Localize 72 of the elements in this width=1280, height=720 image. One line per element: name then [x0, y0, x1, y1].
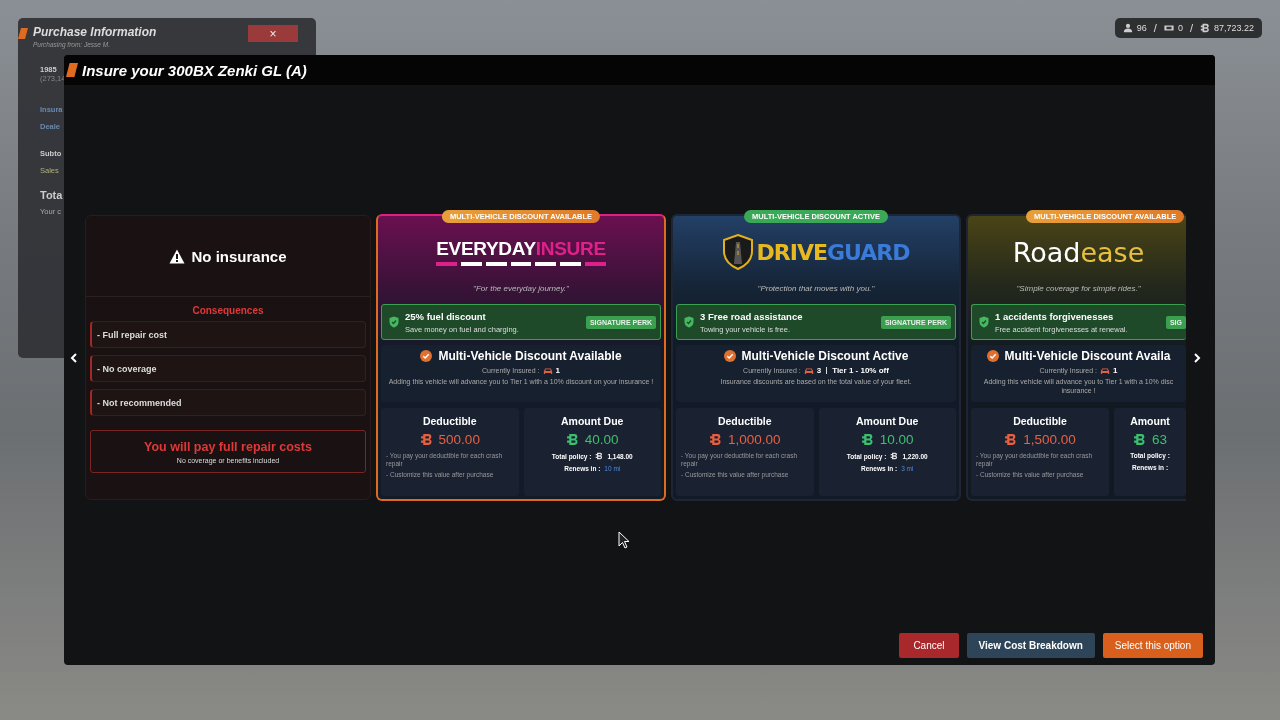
currency-icon — [1133, 433, 1146, 446]
currency-icon — [860, 433, 874, 446]
stat-value: 87,723.22 — [1213, 23, 1254, 33]
panel-title: Purchase Information — [33, 25, 158, 39]
check-icon — [420, 350, 433, 362]
deductible-amount: 1,500.00 — [1023, 432, 1076, 447]
card-title: No insurance — [191, 247, 287, 265]
amount-due-value: 10.00 — [879, 432, 914, 447]
discount-title: Multi-Vehicle Discount Available — [438, 349, 622, 363]
brand-logo: EVERYDAYINSURE — [436, 238, 606, 266]
amount-due-label: Amount Due — [856, 415, 919, 427]
deductible-amount: 1,000.00 — [727, 432, 781, 447]
currency-icon — [1199, 23, 1210, 33]
separator-text: / — [1153, 22, 1157, 34]
amount-due-value: 40.00 — [584, 432, 619, 447]
stat-value: 0 — [1177, 23, 1183, 33]
insured-count: 1 — [1113, 366, 1118, 375]
person-icon — [1122, 23, 1133, 33]
check-icon — [723, 350, 736, 362]
consequence-item: - Full repair cost — [90, 321, 366, 348]
currency-icon — [708, 433, 722, 446]
discount-title: Multi-Vehicle Discount Availa — [1004, 349, 1171, 363]
stat-value: 96 — [1136, 23, 1147, 33]
currency-icon — [890, 452, 899, 460]
warning-icon — [169, 248, 186, 264]
brand-logo: DRIVEGUARD — [722, 234, 910, 270]
perk-title: 1 accidents forgivenesses — [995, 310, 1115, 322]
perk-title: 25% fuel discount — [405, 310, 487, 322]
deductible-amount: 500.00 — [438, 432, 480, 447]
amount-due-value: 63 — [1152, 432, 1167, 447]
deductible-label: Deductible — [717, 415, 772, 427]
separator-text: / — [1189, 22, 1193, 34]
shield-check-icon — [389, 316, 399, 328]
brand-logo: Roadease — [1012, 236, 1145, 268]
deductible-label: Deductible — [1013, 415, 1067, 427]
discount-title: Multi-Vehicle Discount Active — [741, 349, 909, 363]
shield-check-icon — [684, 316, 694, 328]
currency-icon — [419, 433, 433, 446]
tagline-text: "For the everyday journey." — [472, 284, 570, 293]
currency-icon — [1004, 433, 1018, 446]
amount-due-label: Amount — [1130, 415, 1170, 427]
insured-count: 1 — [555, 366, 560, 375]
warning-text: You will pay full repair costs — [144, 439, 312, 454]
cancel-button[interactable]: Cancel — [899, 633, 959, 658]
modal-title: Insure your 300BX Zenki GL (A) — [82, 61, 307, 79]
tagline-text: "Simple coverage for simple rides." — [1015, 284, 1142, 293]
shield-check-icon — [979, 316, 989, 328]
currency-icon — [565, 433, 579, 446]
amount-due-label: Amount Due — [561, 415, 624, 427]
deductible-label: Deductible — [422, 415, 477, 427]
car-icon — [803, 366, 814, 375]
close-button[interactable]: × — [248, 25, 298, 42]
car-icon — [542, 366, 553, 375]
currency-icon — [595, 452, 604, 460]
secondary-button[interactable]: View Cost Breakdown — [966, 633, 1095, 658]
perk-title: 3 Free road assistance — [700, 310, 804, 322]
ticket-icon — [1163, 23, 1174, 33]
mouse-cursor-icon — [618, 531, 630, 549]
summary-text: Tota — [40, 189, 63, 201]
primary-button[interactable]: Select this option — [1102, 633, 1203, 658]
tagline-text: "Protection that moves with you." — [756, 284, 876, 293]
consequence-item: - Not recommended — [90, 389, 366, 416]
tier-text: Tier 1 - 10% off — [832, 366, 889, 375]
accent-mark — [66, 63, 78, 77]
consequence-item: - No coverage — [90, 355, 366, 382]
insured-count: 3 — [816, 366, 822, 375]
accent-mark — [18, 28, 28, 39]
consequences-heading: Consequences — [192, 305, 264, 316]
chevron-right-icon — [1193, 353, 1201, 363]
car-icon — [1100, 366, 1111, 375]
check-icon — [986, 350, 999, 362]
chevron-left-icon — [70, 353, 78, 363]
